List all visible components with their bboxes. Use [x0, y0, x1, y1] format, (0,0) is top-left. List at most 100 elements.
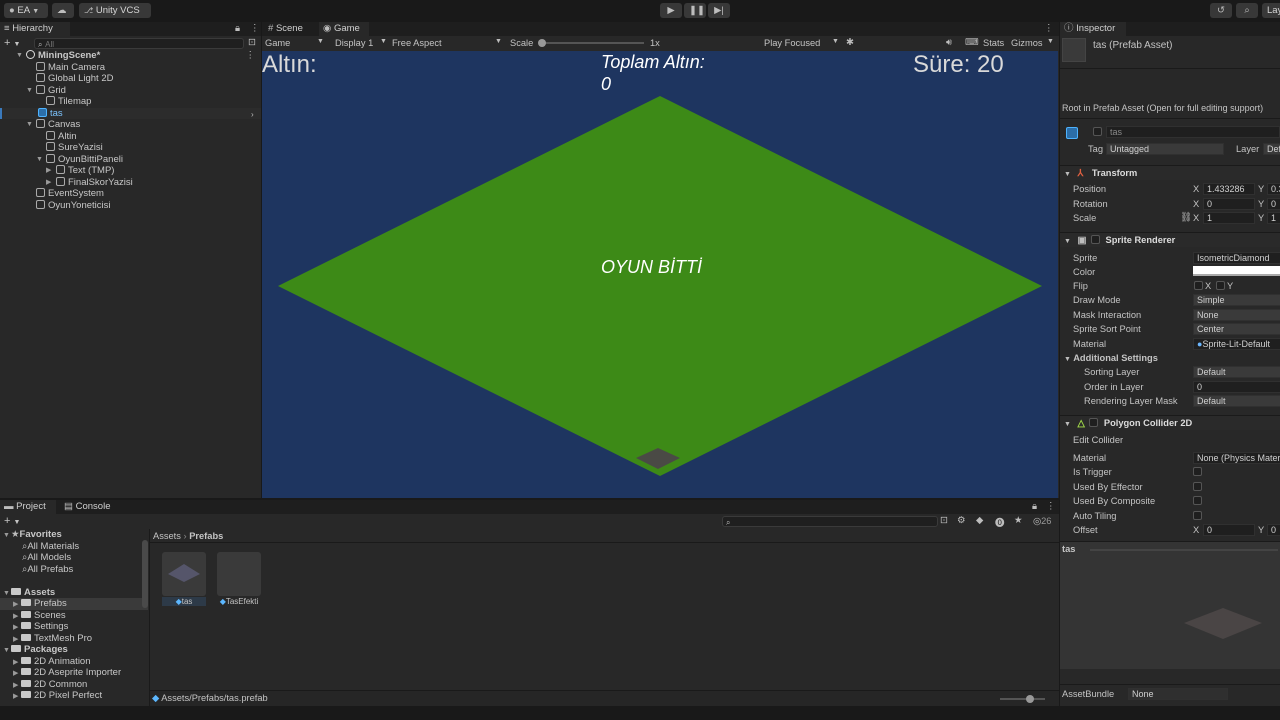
collapse-arrow-icon[interactable]: ▶: [13, 599, 21, 611]
hierarchy-search-input[interactable]: ⌕ All: [34, 38, 244, 49]
auto-tiling-checkbox[interactable]: [1193, 511, 1202, 520]
x-field[interactable]: 0: [1203, 197, 1255, 210]
hierarchy-item[interactable]: ▼ Grid: [0, 84, 261, 97]
collider-enabled-checkbox[interactable]: [1089, 418, 1099, 427]
display-dropdown[interactable]: Display 1 ▼: [335, 38, 389, 48]
hierarchy-item[interactable]: OyunYoneticisi: [0, 199, 261, 212]
collapse-arrow-icon[interactable]: ▶: [13, 657, 21, 669]
collapse-arrow-icon[interactable]: ▶: [13, 611, 21, 623]
project-tree-item[interactable]: ⌕ All Materials: [0, 541, 148, 553]
cloud-button[interactable]: ☁: [52, 3, 74, 18]
material-field[interactable]: ●Sprite-Lit-Default: [1193, 338, 1280, 350]
search-button[interactable]: ⌕: [1236, 3, 1258, 18]
polygon-collider-header[interactable]: ▼ △ Polygon Collider 2D: [1060, 415, 1280, 430]
more-icon[interactable]: ⋮: [1046, 501, 1056, 512]
expand-arrow-icon[interactable]: ▼: [3, 645, 11, 657]
expand-arrow-icon[interactable]: ▼: [26, 119, 34, 131]
flip-y-checkbox[interactable]: [1216, 281, 1225, 290]
hierarchy-item[interactable]: ▶ FinalSkorYazisi: [0, 176, 261, 189]
filter-icon[interactable]: ⊡: [248, 37, 256, 48]
label-icon[interactable]: ◆: [976, 515, 983, 526]
zoom-slider[interactable]: [1000, 695, 1045, 703]
collapse-arrow-icon[interactable]: ▶: [46, 177, 54, 189]
expand-arrow-icon[interactable]: ▼: [3, 588, 11, 600]
additional-settings-foldout[interactable]: ▼ Additional Settings: [1064, 353, 1158, 363]
project-search-input[interactable]: ⌕: [722, 516, 938, 527]
tab-console[interactable]: ▤ Console: [60, 500, 118, 514]
name-field[interactable]: tas: [1106, 126, 1280, 138]
aspect-dropdown[interactable]: Free Aspect ▼: [392, 38, 504, 48]
chevron-right-icon[interactable]: ›: [251, 110, 254, 119]
project-tree-item[interactable]: ▶ Scenes: [0, 610, 148, 622]
hierarchy-item[interactable]: Altin: [0, 130, 261, 143]
project-tree-item[interactable]: ▼ Assets: [0, 587, 148, 599]
zoom-slider-thumb[interactable]: [1026, 695, 1034, 703]
project-tree-item[interactable]: ▼★ Favorites: [0, 529, 148, 541]
favorite-icon[interactable]: ★: [1014, 515, 1023, 526]
y-field[interactable]: 0: [1267, 197, 1280, 210]
flip-x-checkbox[interactable]: [1194, 281, 1203, 290]
expand-arrow-icon[interactable]: ▼: [26, 85, 34, 97]
vcs-dropdown[interactable]: ⎇ Unity VCS ▼: [79, 3, 151, 30]
is-trigger-checkbox[interactable]: [1193, 467, 1202, 476]
pause-button[interactable]: ❚❚: [684, 3, 706, 18]
hierarchy-item[interactable]: SureYazisi: [0, 142, 261, 154]
hierarchy-item[interactable]: ▼ MiningScene* ⋮: [0, 50, 261, 62]
project-tree-item[interactable]: ▶ Settings: [0, 621, 148, 633]
project-tree-item[interactable]: ▶ 2D Animation: [0, 656, 148, 668]
hierarchy-item[interactable]: tas: [0, 107, 261, 119]
play-button[interactable]: ▶: [660, 3, 682, 18]
account-dropdown[interactable]: ● EA ▼: [4, 3, 48, 18]
project-tree-item[interactable]: ▶ 2D Pixel Perfect: [0, 690, 148, 702]
y-field[interactable]: 1: [1267, 212, 1280, 224]
sorting-layer-dropdown[interactable]: Default: [1193, 366, 1280, 378]
asset-label-tas[interactable]: ◆tas: [162, 597, 206, 606]
expand-arrow-icon[interactable]: ▼: [36, 154, 44, 166]
project-tree-item[interactable]: ⌕ All Prefabs: [0, 564, 148, 576]
order-in-layer-field[interactable]: 0: [1193, 381, 1280, 393]
lock-icon[interactable]: 🔒︎: [235, 23, 240, 34]
breadcrumb-prefabs[interactable]: Prefabs: [189, 531, 223, 541]
collapse-arrow-icon[interactable]: ▶: [13, 622, 21, 634]
hierarchy-item[interactable]: ▶ Text (TMP): [0, 165, 261, 177]
search-by-type-icon[interactable]: ⊡: [940, 515, 948, 526]
collapse-arrow-icon[interactable]: ▶: [13, 691, 21, 703]
asset-thumbnail-tasefekti[interactable]: [217, 552, 261, 596]
tab-game[interactable]: ◉ Game: [319, 22, 369, 36]
assetbundle-dropdown[interactable]: None: [1128, 688, 1228, 700]
history-button[interactable]: ↺: [1210, 3, 1232, 18]
project-tree-item[interactable]: ▶ Prefabs: [0, 598, 148, 610]
used-by-composite-checkbox[interactable]: [1193, 496, 1202, 505]
game-viewport[interactable]: Altın: Toplam Altın: 0 Süre: 20 OYUN BİT…: [262, 51, 1058, 498]
scale-slider-thumb[interactable]: [538, 39, 546, 47]
step-button[interactable]: ▶|: [708, 3, 730, 18]
project-tree-item[interactable]: ▶ TextMesh Pro: [0, 633, 148, 645]
project-tree-item[interactable]: ▶ 2D Aseprite Importer: [0, 667, 148, 679]
hierarchy-item[interactable]: ▼ Canvas: [0, 119, 261, 131]
x-field[interactable]: 1.433286: [1203, 183, 1255, 195]
scene-menu-icon[interactable]: ⋮: [246, 50, 256, 62]
project-add-button[interactable]: + ▼: [4, 515, 34, 527]
sprite-renderer-header[interactable]: ▼ ▣ Sprite Renderer: [1060, 232, 1280, 247]
bug-icon[interactable]: ✱: [846, 37, 854, 48]
layer-dropdown[interactable]: Def: [1263, 143, 1280, 155]
rendering-layer-mask-dropdown[interactable]: Default: [1193, 395, 1280, 407]
mask-interaction-dropdown[interactable]: None: [1193, 309, 1280, 321]
tab-scene[interactable]: # Scene: [264, 22, 309, 36]
audio-icon[interactable]: 🔊︎: [946, 37, 952, 48]
project-tree-item[interactable]: ▶ 2D Common: [0, 679, 148, 691]
hierarchy-item[interactable]: Main Camera: [0, 61, 261, 74]
project-tree-item[interactable]: ▼ Packages: [0, 644, 148, 656]
tag-dropdown[interactable]: Untagged: [1106, 143, 1224, 155]
filter-icon[interactable]: ⚙: [957, 515, 966, 526]
hierarchy-item[interactable]: Tilemap: [0, 96, 261, 108]
used-by-effector-checkbox[interactable]: [1193, 482, 1202, 491]
tab-inspector[interactable]: ⓘ Inspector: [1060, 22, 1126, 36]
sprite-field[interactable]: IsometricDiamond: [1193, 252, 1280, 264]
stats-button[interactable]: Stats: [983, 38, 1004, 48]
link-icon[interactable]: ⛓: [1180, 212, 1192, 223]
color-swatch[interactable]: [1193, 266, 1280, 276]
gizmos-dropdown[interactable]: Gizmos ▼: [1011, 38, 1055, 48]
hierarchy-item[interactable]: Global Light 2D: [0, 73, 261, 85]
hierarchy-item[interactable]: ▼ OyunBittiPaneli: [0, 153, 261, 166]
